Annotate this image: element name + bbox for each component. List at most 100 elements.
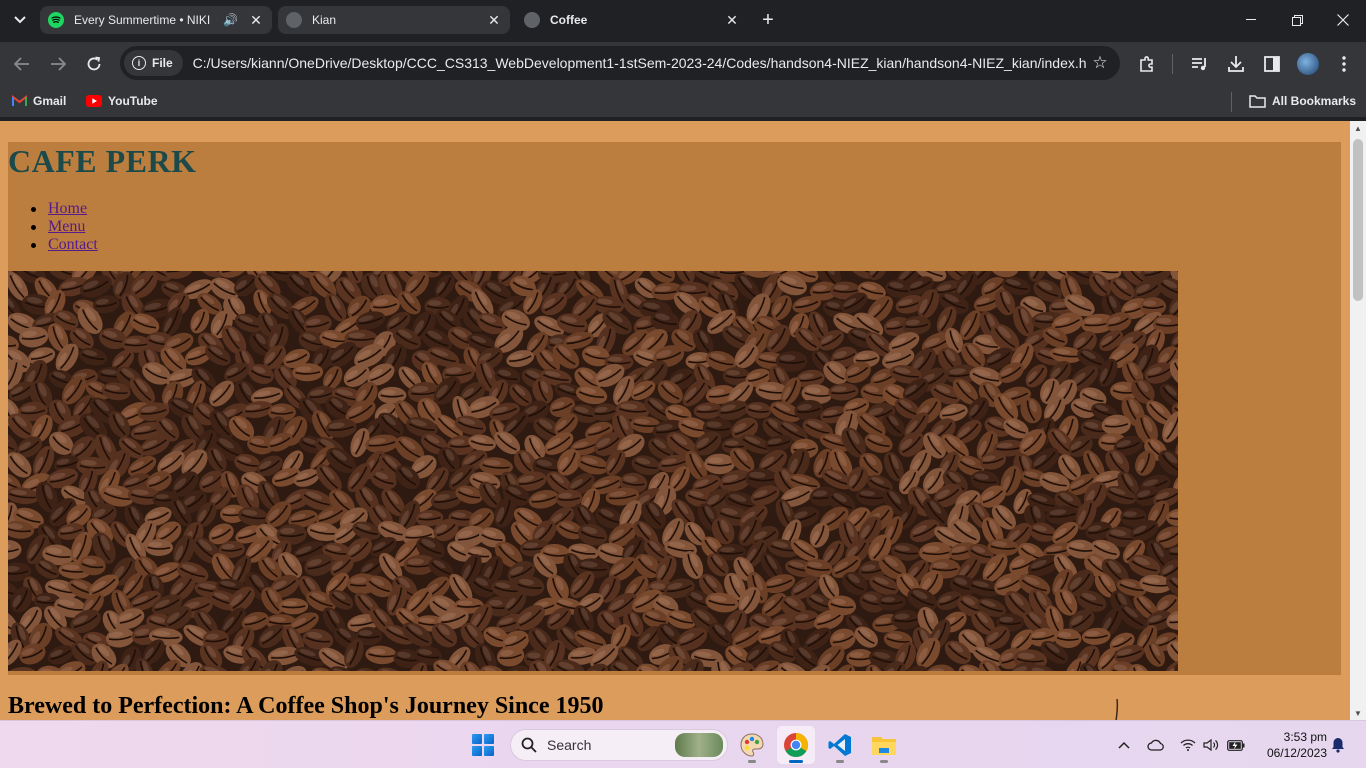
url-text[interactable]: C:/Users/kiann/OneDrive/Desktop/CCC_CS31… [193, 55, 1086, 71]
clock-time: 3:53 pm [1283, 730, 1327, 744]
windows-taskbar: Search 3:53 pm 06/12/2023 [0, 720, 1366, 768]
side-panel-icon [1264, 56, 1280, 72]
tab-coffee[interactable]: Coffee ✕ [516, 6, 748, 34]
wifi-icon [1180, 739, 1196, 751]
media-queue-icon [1192, 58, 1206, 71]
clock-date: 06/12/2023 [1266, 746, 1327, 760]
file-explorer-icon [872, 737, 896, 755]
gmail-icon [12, 95, 27, 106]
app-indicator [880, 760, 888, 763]
battery-charging-icon [1227, 739, 1245, 751]
tab-title: Kian [312, 13, 337, 27]
decorative-stick-image [1115, 699, 1119, 720]
downloads-button[interactable] [1222, 50, 1250, 78]
close-icon[interactable]: ✕ [248, 12, 264, 28]
notifications-button[interactable] [1328, 733, 1348, 757]
reload-button[interactable] [80, 50, 108, 78]
coffee-beans-image [8, 271, 1178, 671]
scroll-up-arrow-icon[interactable]: ▲ [1350, 121, 1366, 135]
all-bookmarks-label: All Bookmarks [1272, 94, 1357, 108]
battery-tray[interactable] [1225, 733, 1247, 757]
tab-search-button[interactable] [8, 8, 32, 32]
speaker-icon[interactable]: 🔊 [223, 13, 238, 27]
cloud-icon [1147, 739, 1164, 751]
reload-icon [87, 56, 101, 71]
site-info-chip[interactable]: i File [124, 50, 183, 76]
bookmarks-separator [1231, 92, 1232, 112]
close-icon[interactable]: ✕ [486, 12, 502, 28]
taskbar-app-paint[interactable] [733, 726, 771, 764]
close-icon[interactable]: ✕ [724, 12, 740, 28]
close-window-button[interactable] [1320, 0, 1366, 40]
more-vertical-icon [1342, 56, 1346, 72]
extensions-button[interactable] [1133, 50, 1161, 78]
tab-title: Coffee [550, 13, 588, 27]
folder-icon [1249, 95, 1266, 108]
globe-icon [286, 12, 302, 28]
search-placeholder: Search [547, 737, 592, 753]
browser-menu-button[interactable] [1330, 50, 1358, 78]
nav-item-home: Home [8, 200, 98, 218]
speaker-icon [1203, 739, 1219, 751]
chevron-down-icon [14, 16, 26, 24]
bookmark-star-icon[interactable]: ☆ [1086, 53, 1114, 73]
download-icon [1228, 56, 1244, 72]
vscode-icon [828, 734, 851, 756]
section-heading: Brewed to Perfection: A Coffee Shop's Jo… [8, 693, 604, 719]
minimize-icon [1246, 19, 1256, 20]
taskbar-app-file-explorer[interactable] [865, 726, 903, 764]
address-bar[interactable]: i File C:/Users/kiann/OneDrive/Desktop/C… [120, 46, 1120, 80]
volume-tray[interactable] [1201, 733, 1221, 757]
search-highlight-image [675, 733, 723, 757]
taskbar-app-vscode[interactable] [821, 726, 859, 764]
scroll-thumb[interactable] [1353, 139, 1363, 301]
tab-strip: Every Summertime • NIKI 🔊 ✕ Kian ✕ Coffe… [0, 0, 1366, 42]
chrome-icon [784, 733, 809, 758]
tray-overflow-button[interactable] [1114, 733, 1134, 757]
globe-icon [524, 12, 540, 28]
tab-title: Every Summertime • NIKI [74, 13, 211, 27]
search-icon [521, 737, 537, 753]
nav-link-menu[interactable]: Menu [48, 218, 85, 235]
page-viewport: CAFE PERK Home Menu Contact Brewed to Pe… [0, 121, 1350, 720]
nav-link-home[interactable]: Home [48, 200, 87, 217]
back-button[interactable] [8, 50, 36, 78]
media-controls-button[interactable] [1186, 50, 1214, 78]
onedrive-tray[interactable] [1145, 733, 1167, 757]
forward-button[interactable] [44, 50, 72, 78]
nav-link-contact[interactable]: Contact [48, 236, 98, 253]
bookmark-label: Gmail [33, 94, 67, 108]
arrow-right-icon [51, 57, 66, 71]
tab-kian[interactable]: Kian ✕ [278, 6, 510, 34]
spotify-icon [48, 12, 64, 28]
youtube-icon [86, 95, 102, 107]
taskbar-app-chrome[interactable] [777, 726, 815, 764]
bookmark-youtube[interactable]: YouTube [86, 92, 158, 110]
site-brand: CAFE PERK [8, 143, 197, 179]
chip-label: File [152, 56, 173, 70]
restore-button[interactable] [1274, 0, 1320, 40]
main-nav: Home Menu Contact [8, 200, 98, 254]
app-indicator [789, 760, 803, 763]
browser-toolbar: i File C:/Users/kiann/OneDrive/Desktop/C… [0, 42, 1366, 84]
page-scrollbar[interactable]: ▲ ▼ [1350, 121, 1366, 720]
nav-item-contact: Contact [8, 236, 98, 254]
minimize-button[interactable] [1228, 0, 1274, 40]
app-indicator [836, 760, 844, 763]
app-indicator [748, 760, 756, 763]
side-panel-button[interactable] [1258, 50, 1286, 78]
nav-item-menu: Menu [8, 218, 98, 236]
paint-icon [740, 733, 764, 757]
all-bookmarks-button[interactable]: All Bookmarks [1249, 92, 1356, 110]
bookmark-gmail[interactable]: Gmail [12, 92, 66, 110]
profile-avatar[interactable] [1297, 53, 1319, 75]
windows-start-icon[interactable] [472, 734, 494, 756]
new-tab-button[interactable]: + [756, 8, 780, 32]
taskbar-clock[interactable]: 3:53 pm 06/12/2023 [1255, 729, 1327, 761]
puzzle-icon [1140, 56, 1153, 72]
wifi-tray[interactable] [1177, 733, 1199, 757]
tab-spotify[interactable]: Every Summertime • NIKI 🔊 ✕ [40, 6, 272, 34]
taskbar-search[interactable]: Search [510, 729, 728, 761]
bookmarks-bar: Gmail YouTube All Bookmarks [0, 84, 1366, 118]
scroll-down-arrow-icon[interactable]: ▼ [1350, 706, 1366, 720]
